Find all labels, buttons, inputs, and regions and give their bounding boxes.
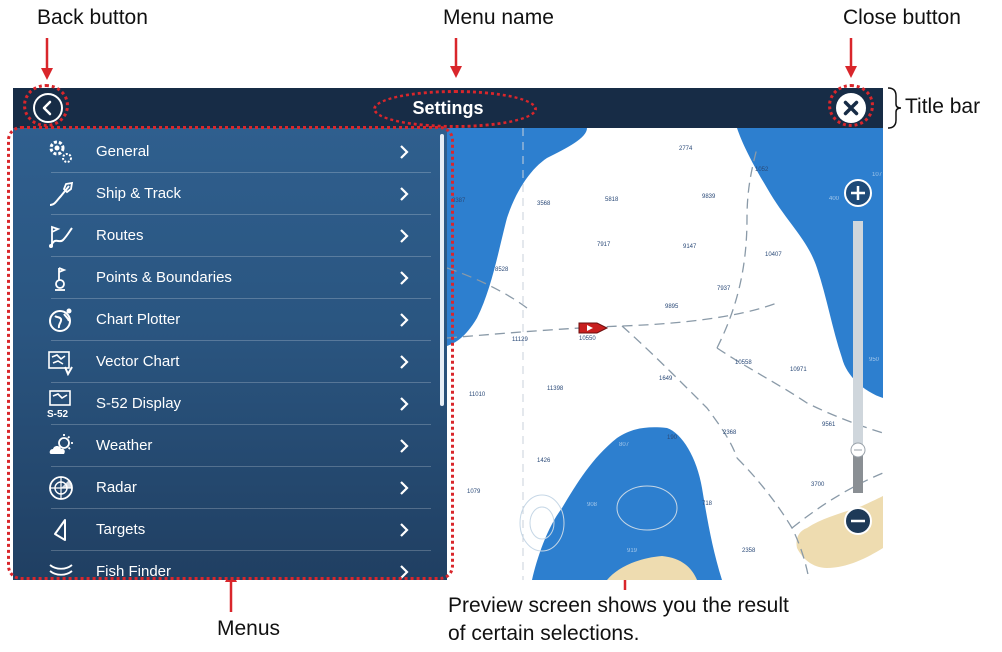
depth-label: 2774 xyxy=(679,146,693,152)
depth-label: 10971 xyxy=(790,367,807,373)
zoom-in-icon[interactable] xyxy=(844,179,872,207)
depth-label: 7937 xyxy=(717,286,731,292)
menus-highlight xyxy=(7,126,454,580)
depth-label: 1649 xyxy=(659,376,673,382)
close-button-arrow xyxy=(845,38,857,78)
depth-label: 10550 xyxy=(579,336,596,342)
depth-label: 2358 xyxy=(742,548,756,554)
menu-name-highlight xyxy=(373,90,537,128)
back-button-arrow xyxy=(41,38,53,80)
depth-label: 989 xyxy=(577,154,588,160)
zoom-out-icon[interactable] xyxy=(844,507,872,535)
depth-label: 9839 xyxy=(702,194,716,200)
depth-label: 8387 xyxy=(452,198,466,204)
depth-label: 7917 xyxy=(597,242,611,248)
depth-label: 807 xyxy=(619,442,630,448)
title-bar-bracket xyxy=(887,87,902,129)
back-button-highlight xyxy=(23,84,69,127)
depth-label: 718 xyxy=(702,501,713,507)
close-button-highlight xyxy=(828,84,874,127)
depth-label: 3568 xyxy=(537,201,551,207)
depth-label: 9561 xyxy=(822,422,836,428)
depth-label: 8528 xyxy=(495,267,509,273)
depth-label: 11010 xyxy=(469,392,486,398)
depth-label: 3700 xyxy=(811,482,825,488)
menu-name-arrow xyxy=(450,38,462,78)
depth-label: 2368 xyxy=(723,430,737,436)
depth-label: 11398 xyxy=(547,386,564,392)
depth-label: 1052 xyxy=(755,167,769,173)
depth-label: 9895 xyxy=(665,304,679,310)
depth-label: 190 xyxy=(667,435,678,441)
depth-label: 908 xyxy=(587,502,598,508)
depth-label: 1426 xyxy=(537,458,551,464)
depth-label: 11129 xyxy=(512,337,528,343)
depth-label: 107 xyxy=(872,172,883,178)
depth-label: 1079 xyxy=(467,489,481,495)
depth-label: 5818 xyxy=(605,197,619,203)
depth-label: 9147 xyxy=(683,244,697,250)
depth-label: 950 xyxy=(869,357,880,363)
depth-label: 10407 xyxy=(765,252,782,258)
depth-label: 400 xyxy=(829,196,840,202)
depth-label: 919 xyxy=(627,548,638,554)
depth-label: 10558 xyxy=(735,360,752,366)
chart-preview[interactable]: 2774 1052 5818 9839 3568 8387 7917 9147 … xyxy=(447,128,883,580)
